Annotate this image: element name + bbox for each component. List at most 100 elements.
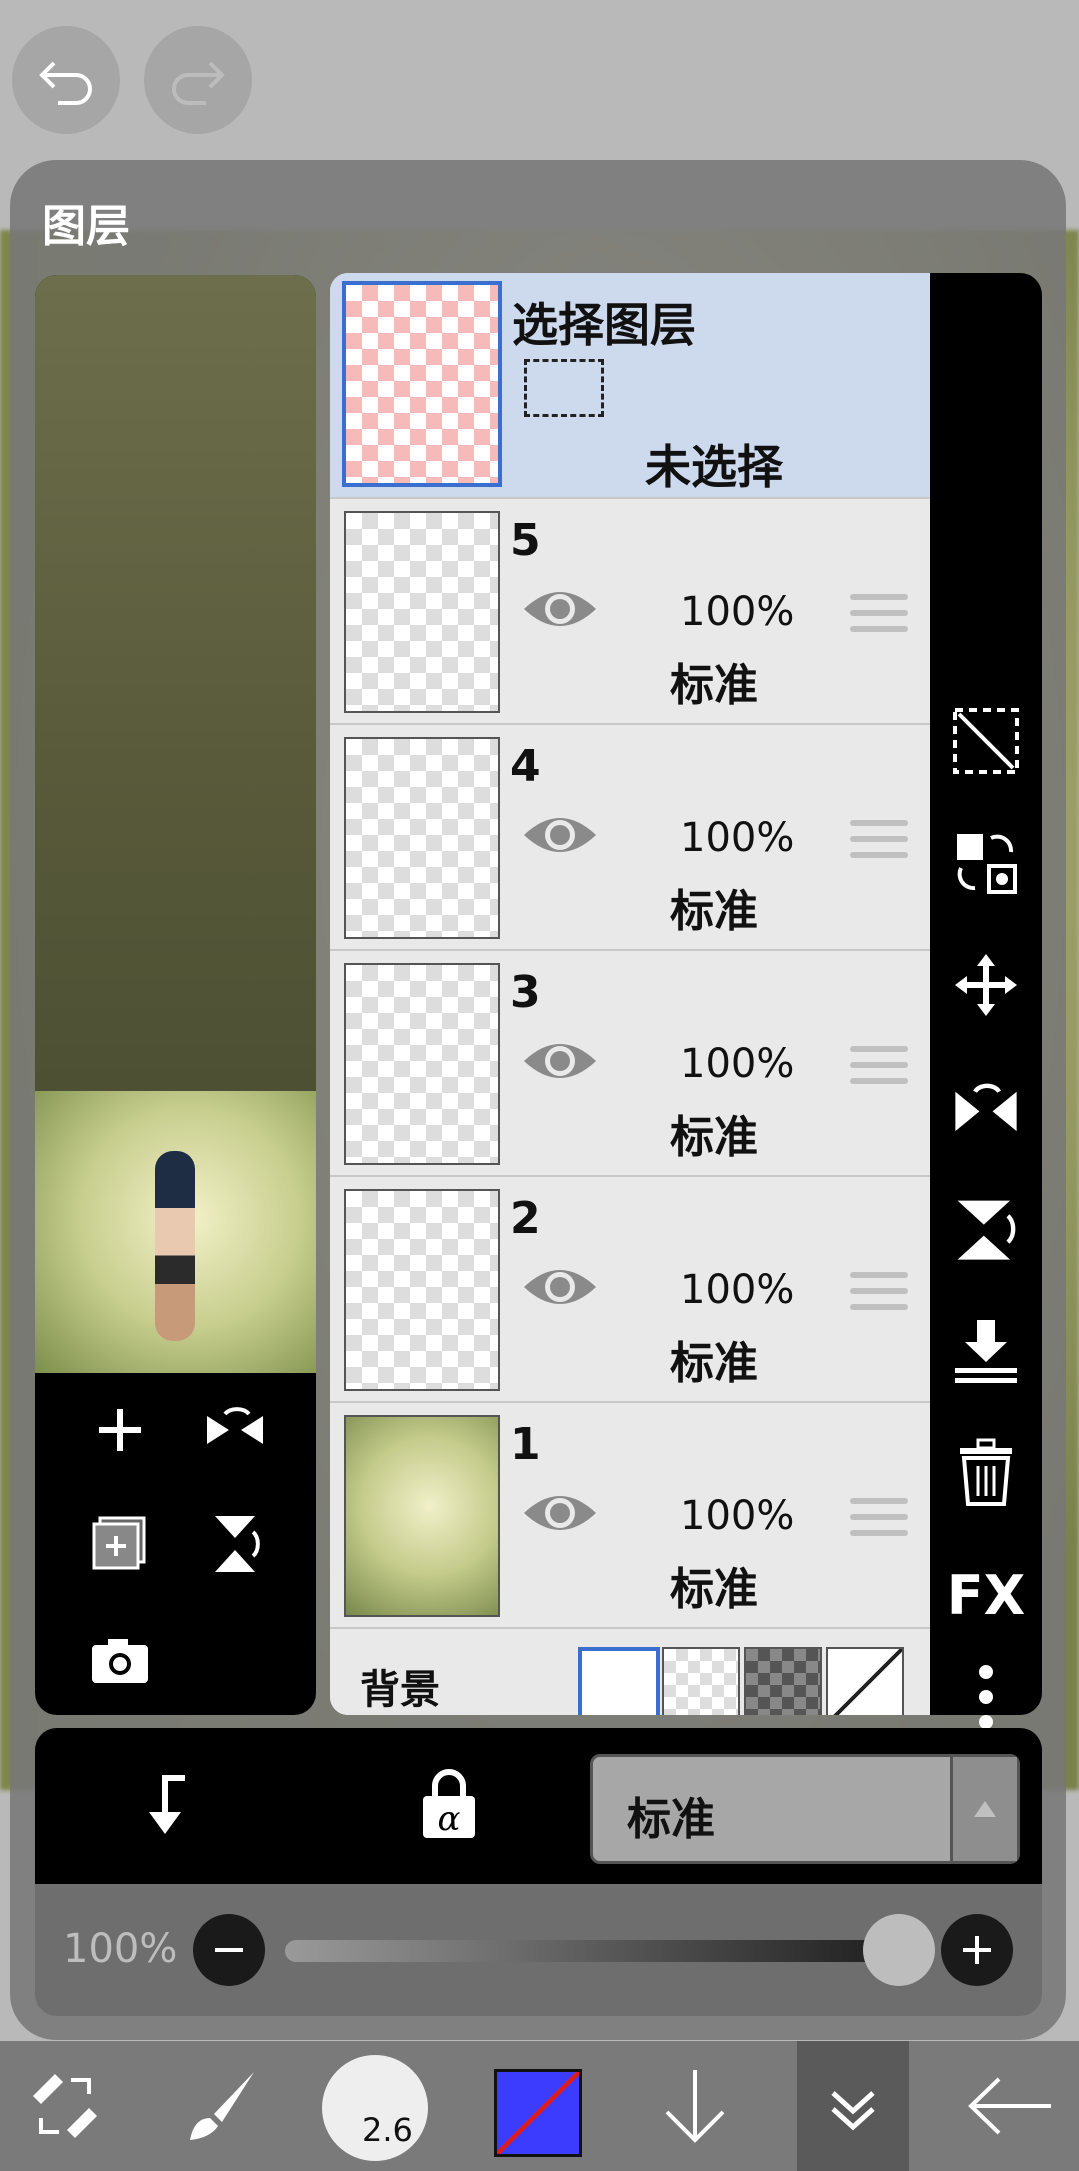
layer-opacity: 100% bbox=[680, 1493, 795, 1539]
move-layer-button[interactable] bbox=[948, 947, 1024, 1023]
layer-blend-mode: 标准 bbox=[670, 1112, 758, 1163]
character-figure bbox=[155, 1151, 195, 1341]
chevron-double-down-icon bbox=[831, 2091, 875, 2131]
layer-list: 选择图层 未选择 5 100% 标准 4 100% 标准 3 100% 标准 2… bbox=[330, 273, 930, 1715]
background-none-swatch[interactable] bbox=[826, 1647, 904, 1715]
bottom-toolbar: 2.6 bbox=[0, 2041, 1079, 2171]
tool-switch-icon bbox=[33, 2074, 97, 2138]
layer-opacity: 100% bbox=[680, 1041, 795, 1087]
undo-button[interactable] bbox=[12, 26, 120, 134]
flip-vertical-button[interactable] bbox=[200, 1509, 270, 1579]
alpha-lock-button[interactable]: α bbox=[419, 1768, 479, 1844]
plus-icon bbox=[963, 1936, 991, 1964]
arrow-down-icon bbox=[665, 2070, 725, 2143]
layer-row-1[interactable]: 1 100% 标准 bbox=[330, 1403, 930, 1629]
layer-thumbnail bbox=[344, 1189, 500, 1391]
fx-filter-button[interactable]: FX bbox=[940, 1557, 1032, 1633]
flip-horizontal-button[interactable] bbox=[200, 1395, 270, 1465]
layer-blend-mode: 标准 bbox=[670, 1338, 758, 1389]
layer-opacity: 100% bbox=[680, 815, 795, 861]
tool-switch-button[interactable] bbox=[20, 2041, 110, 2171]
swap-layers-button[interactable] bbox=[948, 825, 1024, 901]
visibility-eye-icon[interactable] bbox=[520, 579, 600, 639]
brush-tool-button[interactable] bbox=[175, 2041, 265, 2171]
camera-icon bbox=[92, 1639, 148, 1683]
visibility-eye-icon[interactable] bbox=[520, 1483, 600, 1543]
color-picker-swatch[interactable] bbox=[494, 2069, 582, 2157]
layer-thumbnail bbox=[344, 963, 500, 1165]
selection-layer-title: 选择图层 bbox=[512, 298, 696, 352]
visibility-eye-icon[interactable] bbox=[520, 1031, 600, 1091]
opacity-slider-track[interactable] bbox=[285, 1940, 905, 1962]
add-layer-copy-button[interactable] bbox=[85, 1509, 155, 1579]
svg-text:α: α bbox=[438, 1799, 461, 1839]
flip-horizontal-icon bbox=[207, 1407, 263, 1444]
add-copy-icon bbox=[92, 1516, 146, 1570]
drag-handle-icon[interactable] bbox=[850, 594, 908, 642]
trash-icon bbox=[960, 1438, 1012, 1506]
background-white-swatch[interactable] bbox=[578, 1647, 660, 1715]
selection-layer-row[interactable]: 选择图层 未选择 bbox=[330, 273, 930, 499]
clear-selection-button[interactable] bbox=[948, 703, 1024, 779]
selection-layer-thumbnail bbox=[342, 281, 502, 487]
flip-horizontal-icon bbox=[955, 1083, 1017, 1132]
merge-down-button[interactable] bbox=[948, 1313, 1024, 1389]
opacity-slider-row: 100% bbox=[35, 1884, 1042, 2016]
blend-mode-bar: α 标准 bbox=[35, 1728, 1042, 1884]
canvas-thumbnail[interactable] bbox=[35, 1091, 316, 1373]
opacity-value-label: 100% bbox=[63, 1926, 178, 1972]
layer-row-3[interactable]: 3 100% 标准 bbox=[330, 951, 930, 1177]
clipping-arrow-icon bbox=[149, 1775, 185, 1834]
swap-layers-icon bbox=[957, 834, 1017, 894]
layer-thumbnail bbox=[344, 737, 500, 939]
layer-number: 2 bbox=[510, 1193, 541, 1244]
more-vertical-icon bbox=[979, 1665, 993, 1729]
layer-preview-panel bbox=[35, 275, 316, 1715]
flip-vertical-icon bbox=[957, 1200, 1016, 1260]
undo-icon bbox=[39, 61, 92, 105]
drag-handle-icon[interactable] bbox=[850, 1498, 908, 1546]
alpha-lock-icon: α bbox=[423, 1769, 475, 1839]
background-row[interactable]: 背景 bbox=[330, 1629, 930, 1715]
redo-icon bbox=[172, 61, 225, 105]
selection-status: 未选择 bbox=[645, 440, 783, 494]
more-options-button[interactable] bbox=[948, 1659, 1024, 1735]
layer-row-5[interactable]: 5 100% 标准 bbox=[330, 499, 930, 725]
selection-marquee-icon bbox=[524, 359, 604, 417]
layer-down-button[interactable] bbox=[650, 2041, 740, 2171]
drag-handle-icon[interactable] bbox=[850, 820, 908, 868]
opacity-decrease-button[interactable] bbox=[193, 1914, 265, 1986]
camera-button[interactable] bbox=[85, 1625, 155, 1695]
drag-handle-icon[interactable] bbox=[850, 1272, 908, 1320]
layer-opacity: 100% bbox=[680, 1267, 795, 1313]
background-transparent-swatch[interactable] bbox=[662, 1647, 740, 1715]
delete-layer-button[interactable] bbox=[948, 1435, 1024, 1511]
layer-opacity: 100% bbox=[680, 589, 795, 635]
layers-tab-button[interactable] bbox=[797, 2041, 909, 2171]
move-icon bbox=[955, 954, 1017, 1016]
clipping-button[interactable] bbox=[135, 1772, 205, 1846]
minus-icon bbox=[215, 1948, 243, 1952]
opacity-slider-knob[interactable] bbox=[863, 1914, 935, 1986]
layer-blend-mode: 标准 bbox=[670, 886, 758, 937]
visibility-eye-icon[interactable] bbox=[520, 1257, 600, 1317]
layer-number: 1 bbox=[510, 1419, 541, 1470]
back-button[interactable] bbox=[960, 2041, 1060, 2171]
add-layer-button[interactable] bbox=[85, 1395, 155, 1465]
brush-icon bbox=[190, 2072, 254, 2140]
merge-down-icon bbox=[955, 1320, 1017, 1383]
clear-selection-icon bbox=[953, 708, 1019, 774]
layer-thumbnail bbox=[344, 1415, 500, 1617]
opacity-increase-button[interactable] bbox=[941, 1914, 1013, 1986]
flip-vertical-tool-button[interactable] bbox=[948, 1191, 1024, 1267]
blend-mode-select[interactable]: 标准 bbox=[590, 1754, 1020, 1864]
layer-thumbnail bbox=[344, 511, 500, 713]
layer-row-4[interactable]: 4 100% 标准 bbox=[330, 725, 930, 951]
background-dark-swatch[interactable] bbox=[744, 1647, 822, 1715]
drag-handle-icon[interactable] bbox=[850, 1046, 908, 1094]
blend-mode-value: 标准 bbox=[627, 1794, 715, 1845]
layer-row-2[interactable]: 2 100% 标准 bbox=[330, 1177, 930, 1403]
visibility-eye-icon[interactable] bbox=[520, 805, 600, 865]
redo-button[interactable] bbox=[144, 26, 252, 134]
flip-horizontal-tool-button[interactable] bbox=[948, 1069, 1024, 1145]
